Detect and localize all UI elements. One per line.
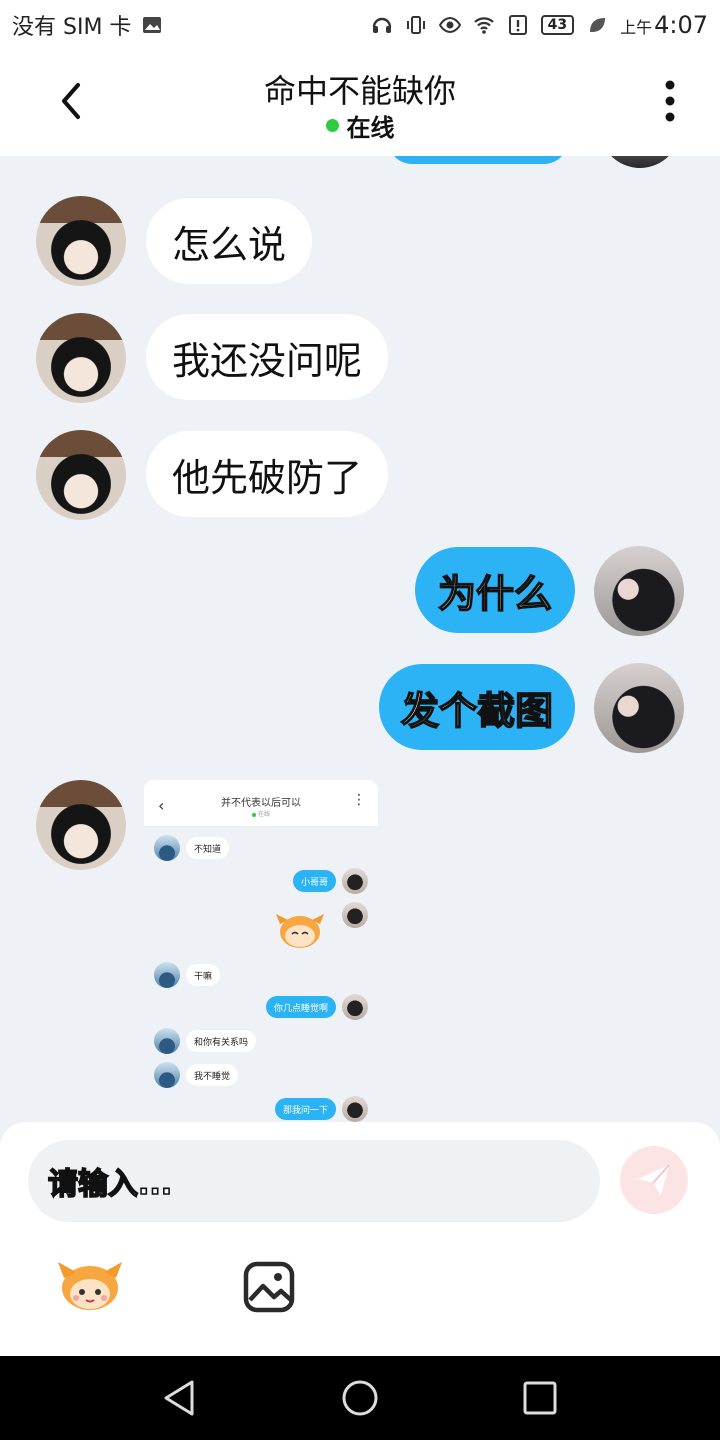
message-bubble-incoming[interactable]: 我还没问呢 bbox=[146, 314, 389, 400]
image-message[interactable]: ‹ 并不代表以后可以 在线 ⋮ 不知道 小哥哥 干嘛 你几点睡觉啊 和你有关系吗… bbox=[144, 780, 378, 1122]
online-label: 在线 bbox=[346, 114, 395, 142]
more-vertical-icon bbox=[665, 80, 675, 122]
screenshot-avatar-contact bbox=[154, 962, 180, 988]
screenshot-bubble-outgoing: 那我问一下 bbox=[274, 1098, 336, 1120]
send-icon bbox=[638, 1164, 670, 1195]
leaf-icon bbox=[590, 18, 606, 32]
avatar-me[interactable] bbox=[594, 663, 684, 753]
screenshot-avatar-contact bbox=[154, 835, 180, 861]
chat-header: 命中不能缺你 在线 bbox=[0, 50, 720, 156]
send-button[interactable] bbox=[620, 1146, 688, 1214]
avatar-contact[interactable] bbox=[36, 780, 126, 870]
screenshot-header: ‹ 并不代表以后可以 在线 ⋮ bbox=[144, 780, 378, 826]
nav-back-icon[interactable] bbox=[160, 1378, 200, 1418]
message-list[interactable]: 怎么说 我还没问呢 他先破防了 为什么 发个截图 ‹ 并不代表以后可以 在线 ⋮… bbox=[0, 156, 720, 1122]
screenshot-avatar-me bbox=[342, 902, 368, 928]
avatar-me[interactable] bbox=[594, 546, 684, 636]
screenshot-bubble-incoming: 和你有关系吗 bbox=[186, 1030, 257, 1052]
eye-comfort-icon bbox=[438, 16, 461, 34]
nav-home-icon[interactable] bbox=[340, 1378, 380, 1418]
online-status: 在线 bbox=[0, 108, 720, 143]
screenshot-bubble-incoming: 我不睡觉 bbox=[186, 1064, 239, 1086]
wifi-icon bbox=[473, 17, 494, 34]
screenshot-avatar-contact bbox=[154, 1062, 180, 1088]
battery-indicator: 43 bbox=[540, 15, 575, 35]
system-navigation-bar bbox=[0, 1356, 720, 1440]
headset-icon bbox=[372, 17, 391, 33]
sticker-icon bbox=[276, 914, 324, 948]
composer: 请输入... bbox=[0, 1122, 720, 1356]
alert-icon bbox=[508, 15, 527, 35]
screenshot-bubble-incoming: 不知道 bbox=[186, 837, 230, 859]
message-bubble-outgoing[interactable]: 为什么 bbox=[415, 547, 575, 633]
screenshot-avatar-me bbox=[342, 994, 368, 1020]
message-bubble-incoming[interactable]: 怎么说 bbox=[146, 198, 313, 284]
screenshot-bubble-outgoing: 小哥哥 bbox=[292, 870, 336, 892]
screenshot-more-icon: ⋮ bbox=[352, 792, 366, 808]
image-picker-button[interactable] bbox=[242, 1260, 296, 1314]
screenshot-title: 并不代表以后可以 bbox=[221, 798, 301, 809]
avatar-contact[interactable] bbox=[36, 430, 126, 520]
message-bubble-incoming[interactable]: 他先破防了 bbox=[146, 431, 389, 517]
emoji-sticker-button[interactable] bbox=[56, 1256, 124, 1314]
screenshot-avatar-me bbox=[342, 868, 368, 894]
clock-ampm: 上午 bbox=[620, 18, 653, 37]
vibrate-icon bbox=[406, 16, 425, 34]
message-bubble-outgoing[interactable] bbox=[388, 156, 568, 164]
carrier-label: 没有 SIM 卡 bbox=[12, 15, 132, 40]
nav-recents-icon[interactable] bbox=[520, 1378, 560, 1418]
screenshot-bubble-outgoing: 你几点睡觉啊 bbox=[265, 996, 336, 1018]
clock: 上午 4:07 bbox=[620, 11, 708, 39]
screenshot-bubble-incoming: 干嘛 bbox=[186, 964, 221, 986]
screenshot-status: 在线 bbox=[144, 809, 378, 818]
status-bar: 没有 SIM 卡 43 上午 4:07 bbox=[0, 0, 720, 50]
screenshot-avatar-contact bbox=[154, 1028, 180, 1054]
message-input[interactable]: 请输入... bbox=[28, 1140, 600, 1222]
avatar-contact[interactable] bbox=[36, 313, 126, 403]
chat-title: 命中不能缺你 bbox=[263, 72, 456, 110]
avatar-me[interactable] bbox=[598, 156, 682, 168]
clock-time: 4:07 bbox=[654, 11, 708, 39]
more-options-button[interactable] bbox=[648, 76, 692, 126]
message-bubble-outgoing[interactable]: 发个截图 bbox=[379, 664, 575, 750]
avatar-contact[interactable] bbox=[36, 196, 126, 286]
screenshot-avatar-me bbox=[342, 1096, 368, 1122]
online-dot bbox=[325, 119, 339, 132]
gallery-notification-icon bbox=[143, 17, 162, 33]
